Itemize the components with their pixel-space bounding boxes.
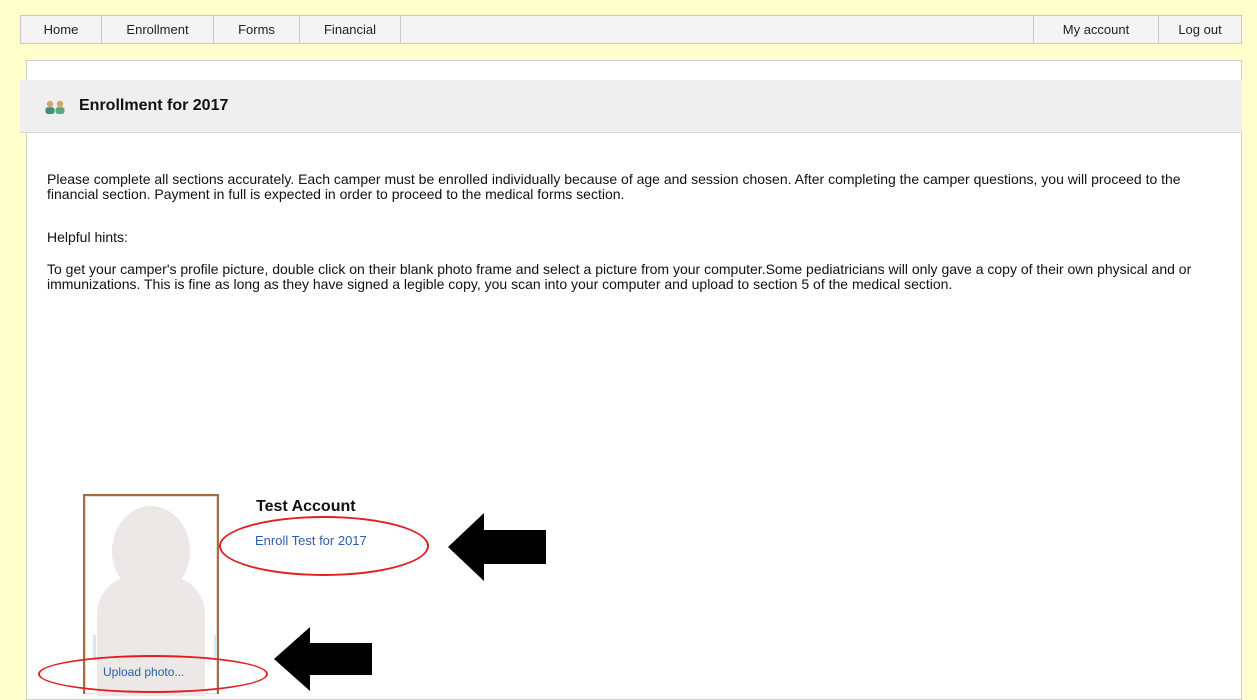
photo-frame-edge	[214, 635, 217, 660]
nav-enrollment[interactable]: Enrollment	[102, 16, 214, 43]
camper-name: Test Account	[256, 498, 356, 515]
profile-photo-frame[interactable]	[83, 494, 219, 696]
photo-frame-edge	[93, 635, 96, 660]
arrow-left-icon	[274, 627, 372, 691]
nav-forms[interactable]: Forms	[214, 16, 300, 43]
nav-financial[interactable]: Financial	[300, 16, 401, 43]
arrow-left-icon	[448, 513, 546, 581]
enroll-link[interactable]: Enroll Test for 2017	[255, 533, 367, 548]
nav-my-account[interactable]: My account	[1033, 16, 1158, 43]
silhouette-head	[112, 506, 190, 596]
nav-log-out[interactable]: Log out	[1158, 16, 1241, 43]
hints-label: Helpful hints:	[47, 229, 128, 245]
intro-text: Please complete all sections accurately.…	[47, 171, 1181, 202]
top-nav: Home Enrollment Forms Financial My accou…	[20, 15, 1242, 44]
people-icon	[45, 100, 65, 114]
nav-home[interactable]: Home	[21, 16, 102, 43]
page-header: Enrollment for 2017	[20, 80, 1242, 133]
page-title: Enrollment for 2017	[79, 97, 229, 114]
hints-text: To get your camper's profile picture, do…	[47, 261, 1192, 292]
upload-photo-link[interactable]: Upload photo...	[103, 665, 184, 679]
